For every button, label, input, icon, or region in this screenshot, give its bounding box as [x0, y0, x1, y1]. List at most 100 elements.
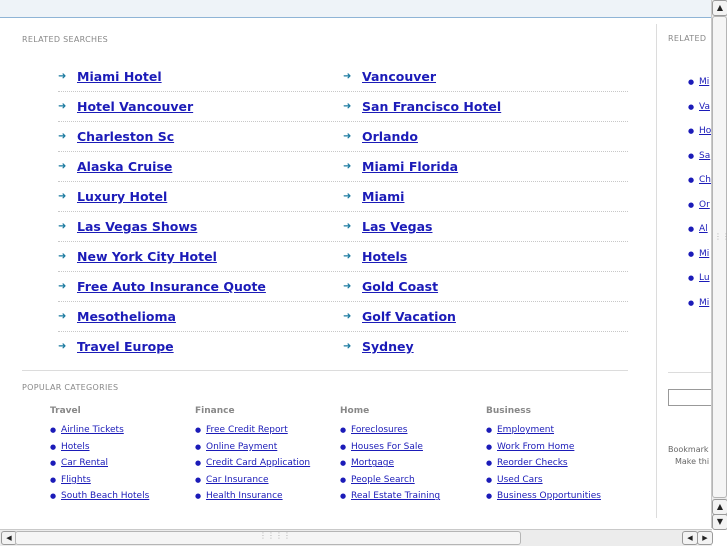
bullet-icon: ●	[340, 459, 347, 468]
related-link[interactable]: Va	[699, 102, 710, 112]
category-link[interactable]: Hotels	[61, 442, 90, 452]
bullet-icon: ●	[50, 492, 57, 501]
category-link[interactable]: Free Credit Report	[206, 425, 288, 435]
category-link[interactable]: Houses For Sale	[351, 442, 423, 452]
category-link[interactable]: Used Cars	[497, 475, 543, 485]
scroll-up-icon[interactable]: ▲	[712, 0, 727, 16]
category-link[interactable]: Real Estate Training	[351, 491, 440, 501]
list-item: ● Free Credit Report	[195, 422, 335, 439]
bullet-icon: ●	[50, 475, 57, 484]
list-item: ● People Search	[340, 472, 480, 489]
related-search-link[interactable]: Charleston Sc	[77, 129, 174, 144]
category-link[interactable]: Flights	[61, 475, 91, 485]
related-search-link[interactable]: Mesothelioma	[77, 309, 176, 324]
related-search-link[interactable]: Luxury Hotel	[77, 189, 167, 204]
related-search-link[interactable]: New York City Hotel	[77, 249, 217, 264]
category-link[interactable]: Car Rental	[61, 458, 108, 468]
related-search-link[interactable]: Gold Coast	[362, 279, 438, 294]
category-link[interactable]: South Beach Hotels	[61, 491, 149, 501]
scroll-right-icon[interactable]: ▶	[697, 531, 713, 545]
related-search-link[interactable]: Miami Florida	[362, 159, 458, 174]
arrow-right-icon: ➜	[343, 191, 352, 202]
related-search-link[interactable]: Travel Europe	[77, 339, 174, 354]
bullet-icon: ●	[486, 459, 493, 468]
related-search-link[interactable]: Vancouver	[362, 69, 436, 84]
category-link[interactable]: People Search	[351, 475, 415, 485]
list-row: ➜ Charleston Sc ➜ Orlando	[58, 122, 628, 152]
list-item: ● Foreclosures	[340, 422, 480, 439]
related-link[interactable]: Ho	[699, 126, 711, 136]
list-item: ● Car Insurance	[195, 472, 335, 489]
related-link[interactable]: Mi	[699, 249, 709, 259]
category-column-travel: Travel ● Airline Tickets ● Hotels ● Car Ren…	[50, 406, 190, 505]
list-item: ● Work From Home	[486, 439, 626, 456]
list-row: ➜ Mesothelioma ➜ Golf Vacation	[58, 302, 628, 332]
category-link[interactable]: Credit Card Application	[206, 458, 310, 468]
related-link[interactable]: Al	[699, 224, 708, 234]
category-link[interactable]: Reorder Checks	[497, 458, 568, 468]
category-column-finance: Finance ● Free Credit Report ● Online Paym…	[195, 406, 335, 505]
popular-categories-title: POPULAR CATEGORIES	[22, 383, 119, 392]
bookmark-text: Bookmark Make thi	[668, 444, 712, 468]
bullet-icon: ●	[688, 225, 695, 234]
arrow-right-icon: ➜	[58, 221, 67, 232]
bullet-icon: ●	[340, 475, 347, 484]
related-search-link[interactable]: Miami Hotel	[77, 69, 162, 84]
bullet-icon: ●	[50, 442, 57, 451]
related-search-link[interactable]: Sydney	[362, 339, 414, 354]
category-link[interactable]: Work From Home	[497, 442, 574, 452]
bullet-icon: ●	[688, 274, 695, 283]
related-link[interactable]: Ch	[699, 175, 711, 185]
related-searches-title: RELATED SEARCHES	[22, 35, 109, 44]
related-search-link[interactable]: Hotels	[362, 249, 407, 264]
related-search-link[interactable]: Miami	[362, 189, 404, 204]
vertical-scroll-thumb[interactable]	[712, 16, 727, 498]
list-item: ● Used Cars	[486, 472, 626, 489]
related-search-link[interactable]: Orlando	[362, 129, 418, 144]
category-link[interactable]: Online Payment	[206, 442, 277, 452]
related-search-link[interactable]: Las Vegas	[362, 219, 432, 234]
category-link[interactable]: Mortgage	[351, 458, 394, 468]
category-heading: Travel	[50, 406, 81, 416]
arrow-right-icon: ➜	[58, 311, 67, 322]
column-divider	[656, 24, 657, 518]
related-link[interactable]: Lu	[699, 273, 710, 283]
make-homepage-link[interactable]: Make thi	[668, 456, 712, 468]
bullet-icon: ●	[688, 200, 695, 209]
scroll-up-icon[interactable]: ▲	[712, 499, 727, 515]
list-row: ➜ Luxury Hotel ➜ Miami	[58, 182, 628, 212]
category-link[interactable]: Foreclosures	[351, 425, 407, 435]
related-search-link[interactable]: Golf Vacation	[362, 309, 456, 324]
related-link[interactable]: Or	[699, 200, 710, 210]
scroll-left-icon[interactable]: ◀	[682, 531, 698, 545]
bullet-icon: ●	[688, 102, 695, 111]
list-row: ➜ Las Vegas Shows ➜ Las Vegas	[58, 212, 628, 242]
category-link[interactable]: Business Opportunities	[497, 491, 601, 501]
bullet-icon: ●	[486, 492, 493, 501]
related-search-link[interactable]: Las Vegas Shows	[77, 219, 197, 234]
related-search-link[interactable]: Free Auto Insurance Quote	[77, 279, 266, 294]
related-search-link[interactable]: Hotel Vancouver	[77, 99, 193, 114]
list-item: ● Airline Tickets	[50, 422, 190, 439]
category-link[interactable]: Airline Tickets	[61, 425, 124, 435]
list-row: ➜ Hotel Vancouver ➜ San Francisco Hotel	[58, 92, 628, 122]
related-search-link[interactable]: San Francisco Hotel	[362, 99, 501, 114]
category-heading: Home	[340, 406, 370, 416]
category-link[interactable]: Health Insurance	[206, 491, 283, 501]
related-link[interactable]: Mi	[699, 77, 709, 87]
arrow-right-icon: ➜	[343, 341, 352, 352]
scroll-down-icon[interactable]: ▼	[712, 514, 727, 530]
category-link[interactable]: Employment	[497, 425, 554, 435]
bullet-icon: ●	[195, 442, 202, 451]
arrow-right-icon: ➜	[343, 131, 352, 142]
related-link[interactable]: Mi	[699, 298, 709, 308]
related-link[interactable]: Sa	[699, 151, 710, 161]
arrow-right-icon: ➜	[343, 161, 352, 172]
category-heading: Finance	[195, 406, 235, 416]
category-link[interactable]: Car Insurance	[206, 475, 269, 485]
bullet-icon: ●	[688, 151, 695, 160]
bullet-icon: ●	[50, 426, 57, 435]
bookmark-link[interactable]: Bookmark	[668, 444, 712, 456]
related-search-link[interactable]: Alaska Cruise	[77, 159, 172, 174]
list-item: ● Business Opportunities	[486, 488, 626, 505]
